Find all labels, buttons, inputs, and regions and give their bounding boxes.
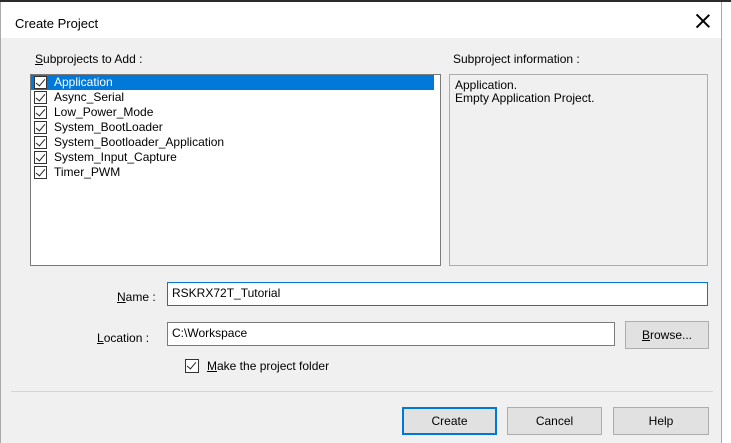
background (722, 2, 731, 443)
create-button[interactable]: Create (402, 407, 497, 435)
close-icon[interactable] (694, 12, 712, 30)
subproject-info-label: Subproject information : (453, 52, 580, 66)
cancel-button[interactable]: Cancel (507, 407, 602, 435)
help-button[interactable]: Help (613, 407, 709, 435)
subprojects-list[interactable]: Application Async_Serial Low_Power_Mode Sys… (30, 74, 441, 266)
location-field[interactable]: C:\Workspace (167, 322, 615, 346)
make-folder-label: Make the project folder (207, 359, 330, 373)
subproject-checkbox[interactable] (34, 166, 47, 179)
list-item-label: System_BootLoader (54, 120, 163, 134)
list-item[interactable]: System_Input_Capture (31, 150, 440, 165)
title-bar: Create Project (1, 2, 721, 38)
subproject-info-box: Application. Empty Application Project. (449, 74, 708, 266)
list-item-label: System_Bootloader_Application (54, 135, 225, 149)
list-item-label: Application (51, 75, 116, 90)
list-item[interactable]: System_Bootloader_Application (31, 135, 440, 150)
list-item-label: Low_Power_Mode (54, 105, 154, 119)
subproject-checkbox[interactable] (34, 151, 47, 164)
subproject-checkbox[interactable] (34, 91, 47, 104)
browse-button[interactable]: Browse... (625, 321, 709, 349)
list-item[interactable]: Application (31, 75, 434, 90)
dialog-title: Create Project (15, 16, 99, 31)
location-label: Location : (97, 331, 150, 345)
list-item-label: Async_Serial (54, 90, 125, 104)
list-item[interactable]: Low_Power_Mode (31, 105, 440, 120)
separator (11, 391, 713, 392)
subproject-checkbox[interactable] (34, 76, 47, 89)
list-item-label: Timer_PWM (54, 165, 121, 179)
subproject-checkbox[interactable] (34, 106, 47, 119)
subprojects-label: Subprojects to Add : (35, 52, 143, 66)
make-folder-checkbox[interactable] (185, 359, 199, 373)
create-project-dialog: Create Project Subprojects to Add : Appl… (0, 2, 722, 443)
subproject-checkbox[interactable] (34, 121, 47, 134)
info-line: Empty Application Project. (455, 91, 595, 105)
list-item[interactable]: Async_Serial (31, 90, 440, 105)
name-field[interactable]: RSKRX72T_Tutorial (167, 282, 708, 306)
list-item-label: System_Input_Capture (54, 150, 177, 164)
subproject-checkbox[interactable] (34, 136, 47, 149)
name-label: Name : (117, 290, 156, 304)
list-item[interactable]: Timer_PWM (31, 165, 440, 180)
list-item[interactable]: System_BootLoader (31, 120, 440, 135)
